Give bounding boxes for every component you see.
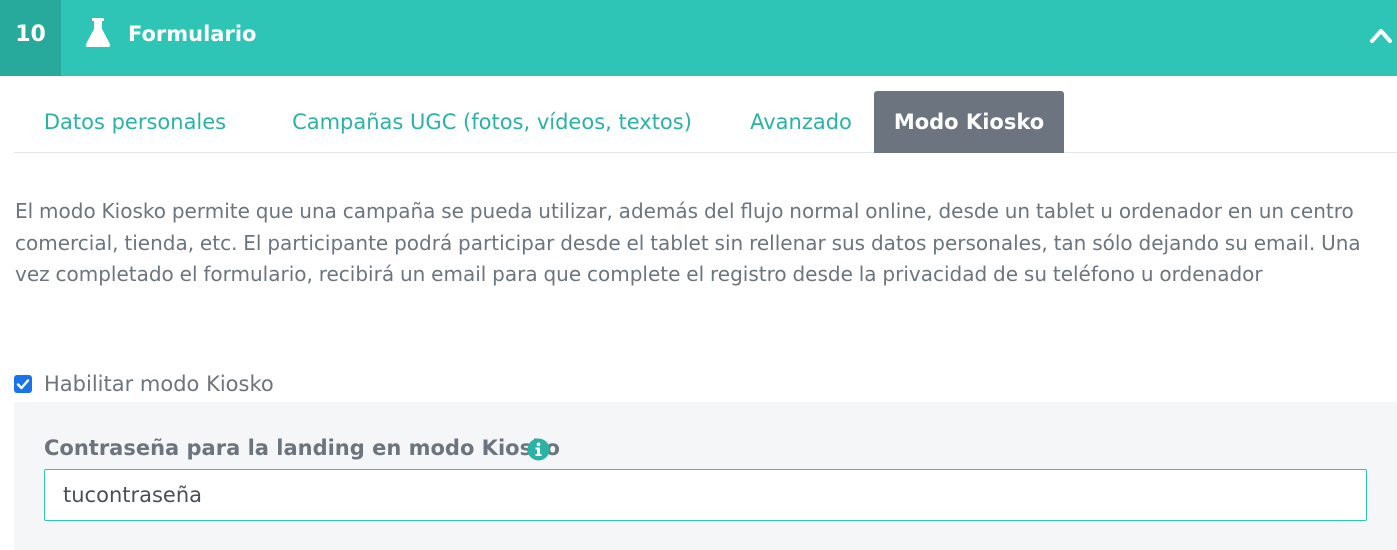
info-icon[interactable]	[527, 438, 550, 461]
enable-kiosk-label[interactable]: Habilitar modo Kiosko	[44, 372, 274, 396]
section-title: Formulario	[128, 22, 257, 46]
tab-bar: Datos personales Campañas UGC (fotos, ví…	[14, 91, 1397, 153]
enable-kiosk-checkbox[interactable]	[14, 375, 32, 393]
checkmark-icon	[16, 379, 30, 390]
step-number: 10	[0, 0, 61, 76]
password-field-label: Contraseña para la landing en modo Kiosk…	[44, 436, 560, 460]
flask-icon	[85, 18, 111, 47]
tab-campanas-ugc[interactable]: Campañas UGC (fotos, vídeos, textos)	[256, 91, 728, 153]
chevron-up-icon[interactable]	[1369, 25, 1393, 45]
enable-kiosk-row[interactable]: Habilitar modo Kiosko	[14, 371, 274, 397]
section-header[interactable]: 10 Formulario	[0, 0, 1397, 76]
tab-avanzado[interactable]: Avanzado	[728, 91, 874, 153]
kiosk-password-input[interactable]	[44, 469, 1367, 521]
tab-datos-personales[interactable]: Datos personales	[14, 91, 256, 153]
kiosk-settings-panel: Contraseña para la landing en modo Kiosk…	[14, 402, 1397, 550]
tab-modo-kiosko[interactable]: Modo Kiosko	[874, 91, 1064, 153]
kiosk-description: El modo Kiosko permite que una campaña s…	[15, 199, 1361, 286]
